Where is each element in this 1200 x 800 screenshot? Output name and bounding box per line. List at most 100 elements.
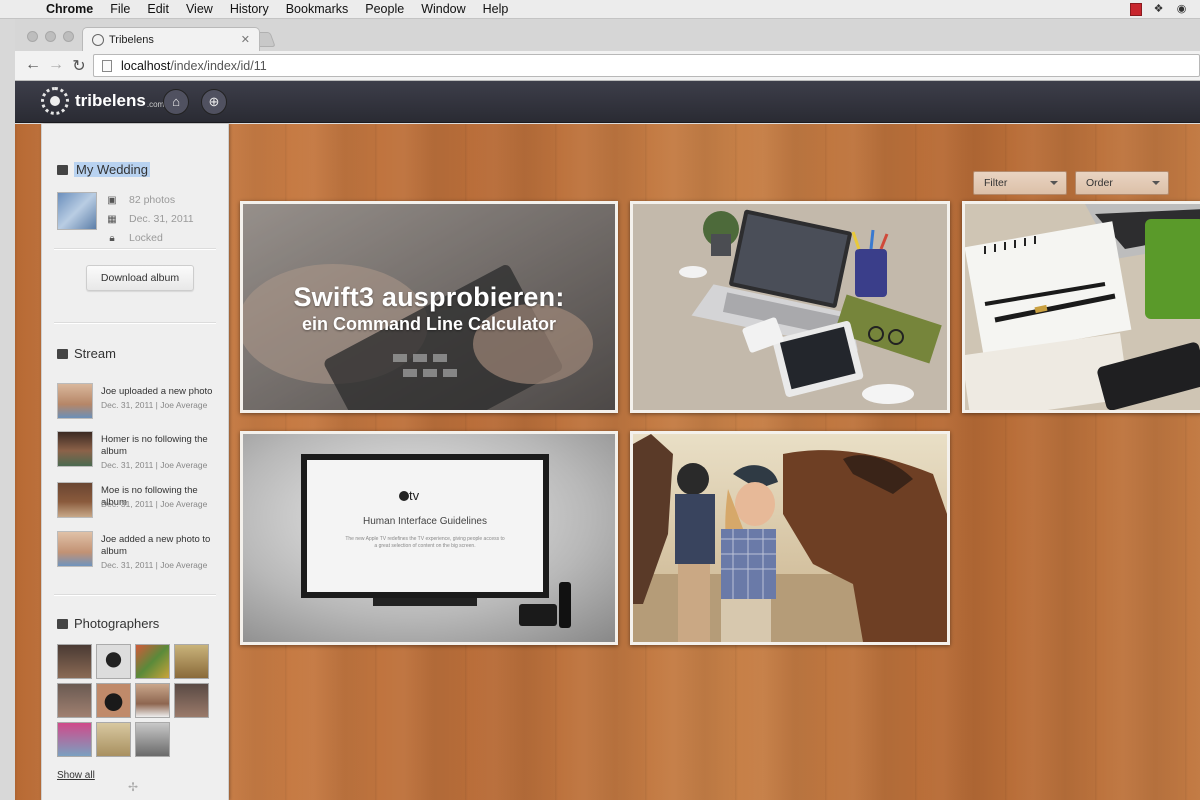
avatar[interactable] xyxy=(57,482,93,518)
photographer-avatar[interactable] xyxy=(135,722,170,757)
photographers-grid xyxy=(57,644,217,757)
chevron-down-icon xyxy=(1050,181,1058,185)
stream-item-meta: Dec. 31, 2011 | Joe Average xyxy=(101,560,208,570)
stream-icon xyxy=(57,348,68,359)
divider xyxy=(54,248,216,249)
album-book-icon xyxy=(57,164,68,175)
photographer-avatar[interactable] xyxy=(57,644,92,679)
show-all-link[interactable]: Show all xyxy=(57,770,95,781)
album-sidebar: My Wedding ▣ 82 photos ▦ Dec. 31, 2011 🔒︎ L… xyxy=(41,124,229,800)
red-tray-icon[interactable] xyxy=(1130,3,1142,16)
apple-tv-brand: tv xyxy=(409,488,420,503)
horses-image xyxy=(633,434,947,642)
user-tray-icon[interactable]: ◉ xyxy=(1175,3,1188,16)
apple-tv-heading: Human Interface Guidelines xyxy=(363,516,487,527)
menu-help[interactable]: Help xyxy=(483,2,509,16)
stream-item-text: Joe added a new photo to album xyxy=(101,534,211,557)
add-button[interactable]: ⊕ xyxy=(201,89,227,115)
photo-notebook-mug[interactable] xyxy=(962,201,1200,413)
page-icon xyxy=(102,59,112,72)
menubar-tray: ❖ ◉ xyxy=(1130,0,1200,19)
tab-title: Tribelens xyxy=(109,33,154,46)
chevron-down-icon xyxy=(1152,181,1160,185)
sidebar-handle-icon[interactable]: ✢ xyxy=(128,780,138,794)
photographers-heading: Photographers xyxy=(57,616,159,631)
album-cover-thumbnail[interactable] xyxy=(57,192,97,230)
stream-item-text: Joe uploaded a new photo xyxy=(101,386,213,397)
photographer-avatar[interactable] xyxy=(57,722,92,757)
album-date-text: Dec. 31, 2011 xyxy=(129,213,194,225)
stream-item[interactable]: Homer is no following the album Dec. 31,… xyxy=(57,431,222,470)
browser-window: Tribelens ✕ ← → ↻ localhost/index/index/… xyxy=(15,19,1200,800)
close-window-button[interactable] xyxy=(27,31,38,42)
photographer-avatar[interactable] xyxy=(96,722,131,757)
address-bar[interactable]: localhost/index/index/id/11 xyxy=(93,54,1200,77)
photo-swift3[interactable]: Swift3 ausprobieren: ein Command Line Ca… xyxy=(240,201,618,413)
album-status-text: Locked xyxy=(129,232,163,244)
tab-strip: Tribelens ✕ xyxy=(15,19,1200,51)
photo-horses[interactable] xyxy=(630,431,950,645)
url-host: localhost xyxy=(121,58,171,73)
menu-history[interactable]: History xyxy=(230,2,269,16)
logo-mark-icon xyxy=(41,87,69,115)
filter-dropdown[interactable]: Filter xyxy=(973,171,1067,195)
menu-people[interactable]: People xyxy=(365,2,404,16)
photographer-avatar[interactable] xyxy=(96,683,131,718)
menu-view[interactable]: View xyxy=(186,2,213,16)
apple-tv-body: The new Apple TV redefines the TV experi… xyxy=(315,536,535,550)
browser-toolbar: ← → ↻ localhost/index/index/id/11 xyxy=(15,51,1200,81)
divider xyxy=(54,594,216,595)
lock-icon: 🔒︎ xyxy=(109,232,115,244)
stream-item-meta: Dec. 31, 2011 | Joe Average xyxy=(101,400,208,410)
apple-tv-body-line2: a great selection of content on the big … xyxy=(374,543,476,549)
album-title: My Wedding xyxy=(57,162,151,177)
menu-edit[interactable]: Edit xyxy=(147,2,169,16)
home-button[interactable]: ⌂ xyxy=(163,89,189,115)
photographer-avatar[interactable] xyxy=(57,683,92,718)
photo-desk-laptop[interactable] xyxy=(630,201,950,413)
order-dropdown[interactable]: Order xyxy=(1075,171,1169,195)
photos-icon: ▣ xyxy=(107,194,117,206)
stream-item-meta: Dec. 31, 2011 | Joe Average xyxy=(101,460,208,470)
album-date: ▦ Dec. 31, 2011 xyxy=(104,213,194,225)
album-lock-status: 🔒︎ Locked xyxy=(104,232,163,244)
desk-laptop-image xyxy=(633,204,947,410)
download-album-button[interactable]: Download album xyxy=(86,265,194,291)
menu-window[interactable]: Window xyxy=(421,2,465,16)
reload-icon[interactable]: ↻ xyxy=(69,56,89,76)
stream-item[interactable]: Moe is no following the album Dec. 31, 2… xyxy=(57,482,222,518)
app-header: tribelens .com ⌂ ⊕ xyxy=(15,81,1200,123)
menu-app-name[interactable]: Chrome xyxy=(46,2,93,16)
apple-tv-body-line1: The new Apple TV redefines the TV experi… xyxy=(345,536,505,542)
menu-file[interactable]: File xyxy=(110,2,130,16)
avatar[interactable] xyxy=(57,383,93,419)
home-icon: ⌂ xyxy=(172,94,180,109)
album-title-text[interactable]: My Wedding xyxy=(74,162,151,177)
album-photo-count: ▣ 82 photos xyxy=(104,194,175,206)
photographer-avatar[interactable] xyxy=(174,644,209,679)
stream-item[interactable]: Joe uploaded a new photo Dec. 31, 2011 |… xyxy=(57,383,222,419)
avatar[interactable] xyxy=(57,431,93,467)
photographer-avatar[interactable] xyxy=(135,683,170,718)
photographer-avatar[interactable] xyxy=(135,644,170,679)
avatar[interactable] xyxy=(57,531,93,567)
divider xyxy=(54,322,216,323)
forward-arrow-icon[interactable]: → xyxy=(46,56,66,74)
tribelens-logo[interactable]: tribelens .com xyxy=(41,87,164,115)
dropbox-icon[interactable]: ❖ xyxy=(1152,3,1165,16)
close-tab-icon[interactable]: ✕ xyxy=(241,33,250,46)
photographer-avatar[interactable] xyxy=(96,644,131,679)
minimize-window-button[interactable] xyxy=(45,31,56,42)
zoom-window-button[interactable] xyxy=(63,31,74,42)
photographer-avatar[interactable] xyxy=(174,683,209,718)
menu-bookmarks[interactable]: Bookmarks xyxy=(286,2,349,16)
logo-text: tribelens xyxy=(75,91,146,110)
stream-item[interactable]: Joe added a new photo to album Dec. 31, … xyxy=(57,531,222,570)
photo-apple-tv[interactable]: tv Human Interface Guidelines The new Ap… xyxy=(240,431,618,645)
swift3-title-line2: ein Command Line Calculator xyxy=(301,314,557,334)
notebook-mug-image xyxy=(965,204,1200,410)
logo-suffix: .com xyxy=(146,99,165,109)
browser-tab[interactable]: Tribelens ✕ xyxy=(82,27,260,51)
favicon-icon xyxy=(92,33,104,46)
back-arrow-icon[interactable]: ← xyxy=(23,56,43,74)
